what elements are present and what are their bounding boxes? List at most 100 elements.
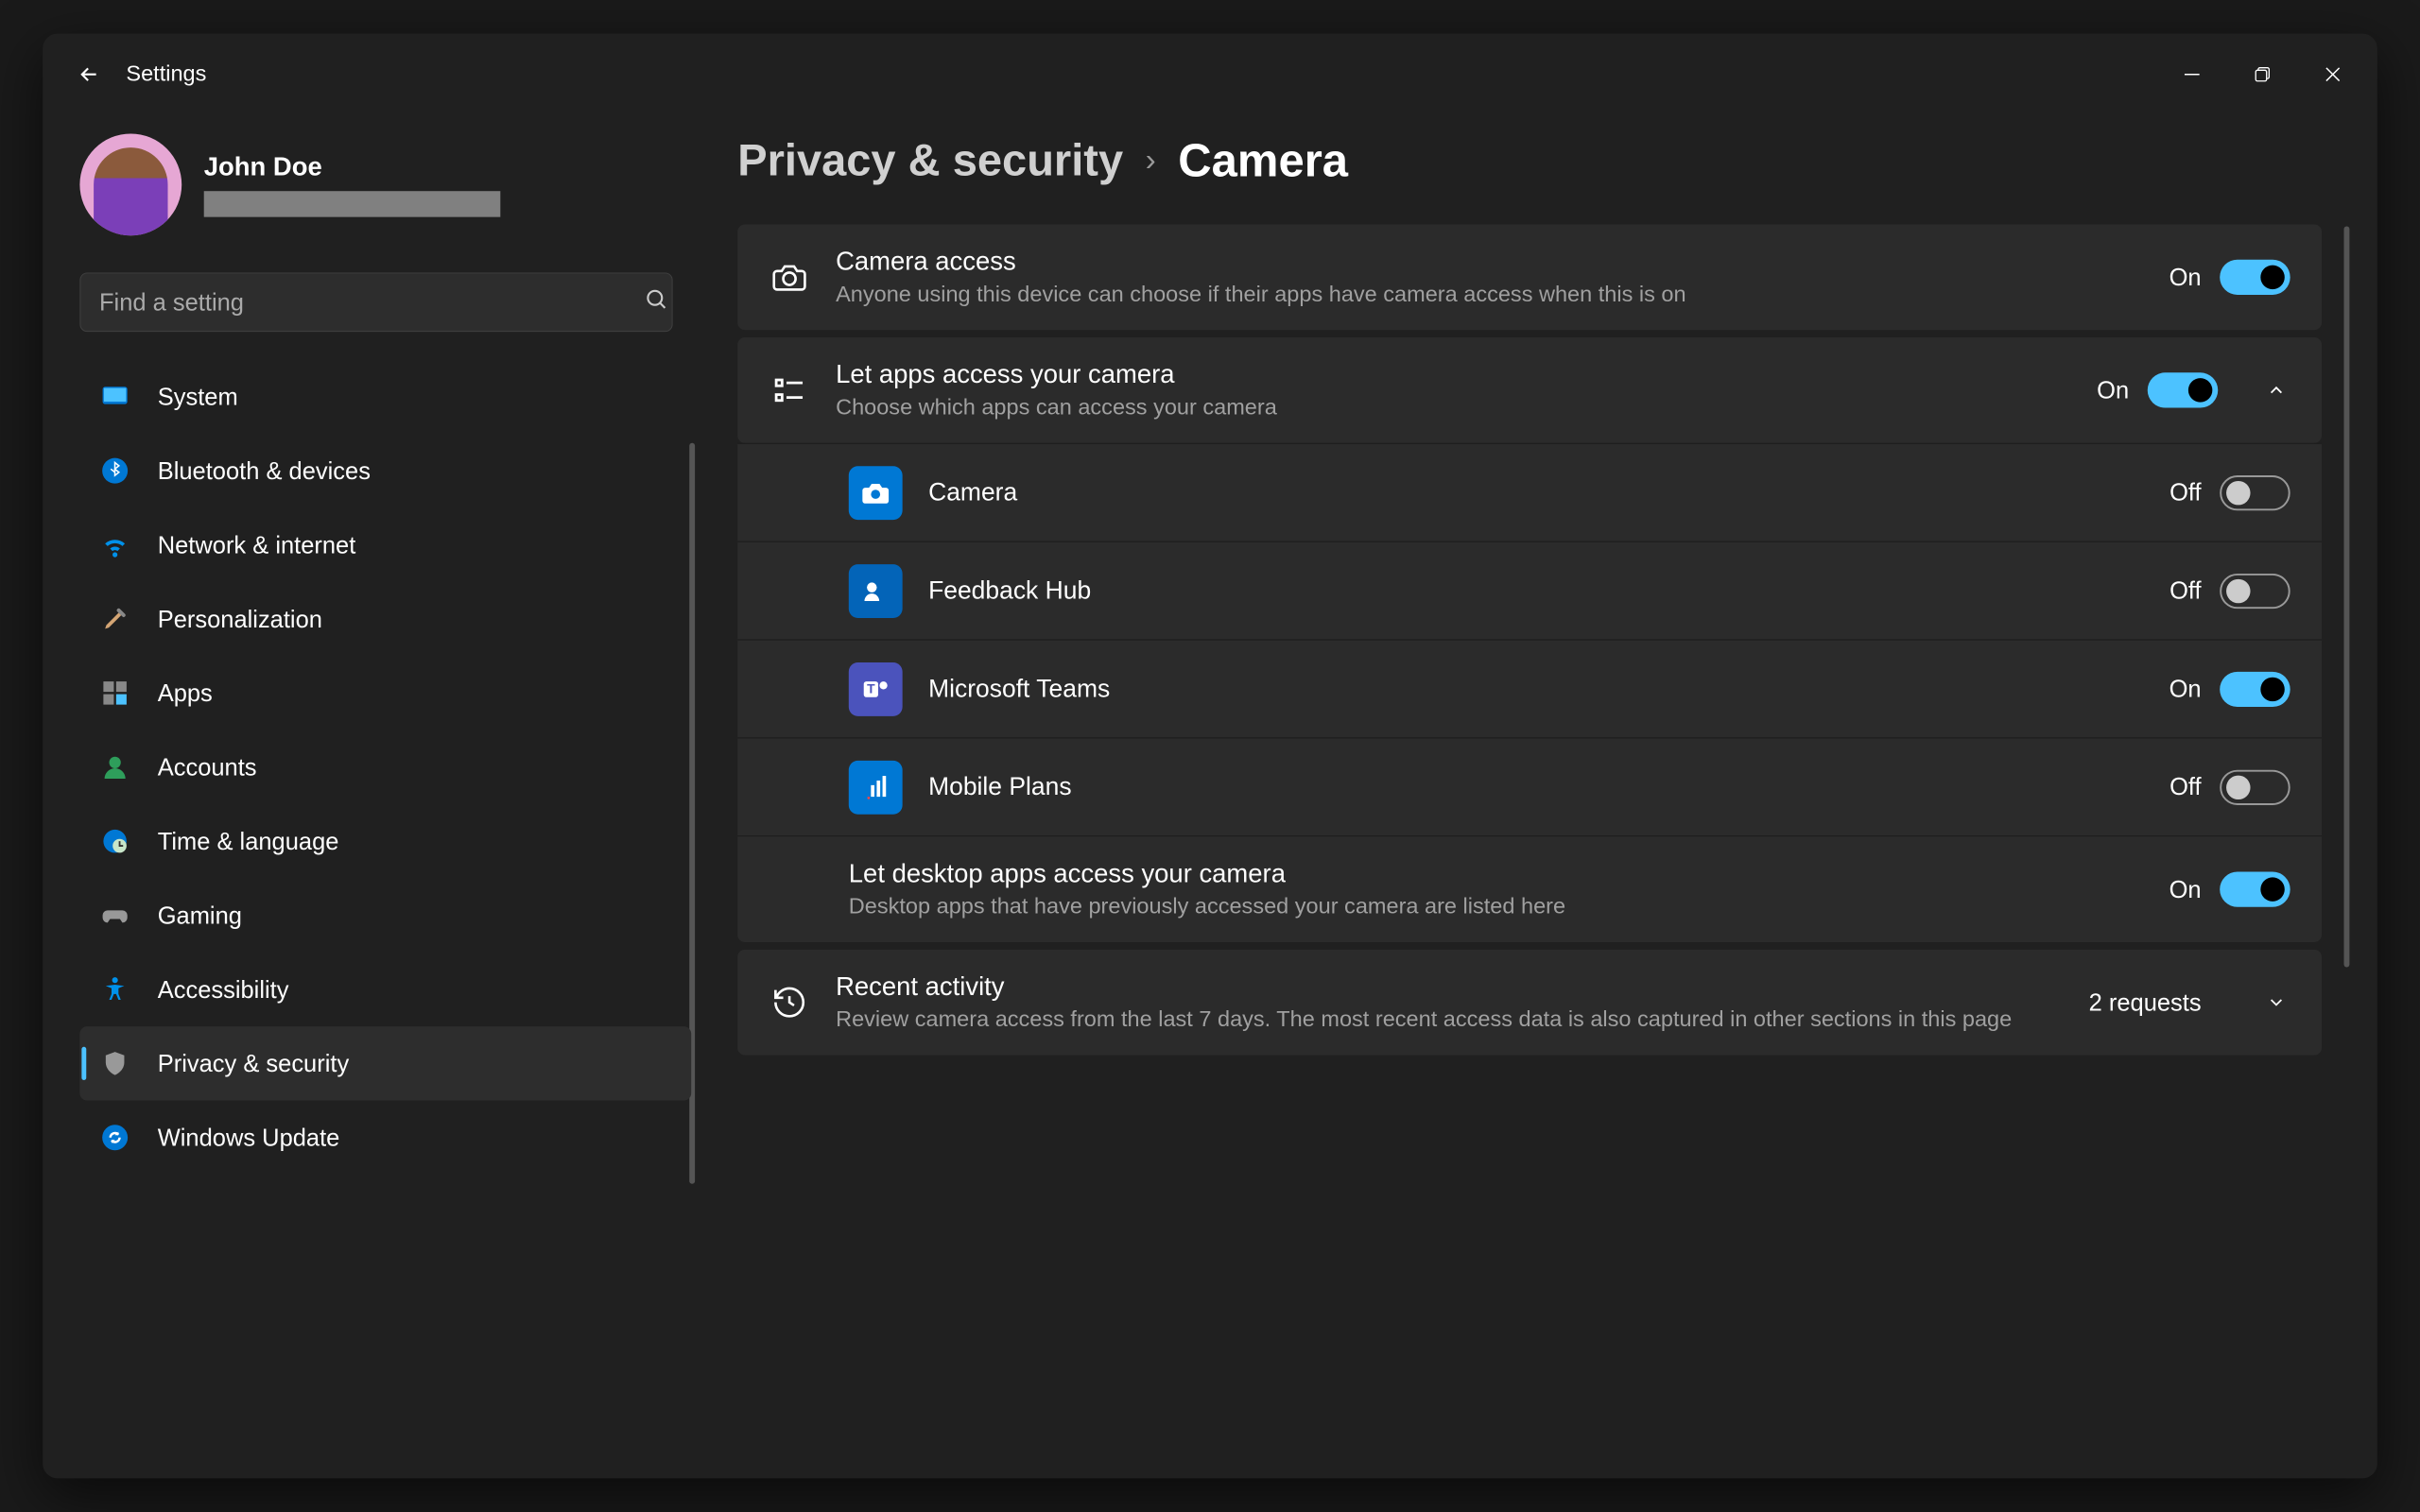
- profile-email-redacted: [204, 191, 501, 216]
- paintbrush-icon: [98, 602, 131, 635]
- toggle-label: On: [2097, 376, 2129, 404]
- titlebar: Settings: [43, 34, 2377, 106]
- sidebar-item-label: Privacy & security: [158, 1049, 349, 1077]
- toggle-group: Off: [2169, 769, 2290, 804]
- camera-app-icon: [849, 466, 903, 520]
- svg-text:T: T: [867, 680, 875, 696]
- breadcrumb-current: Camera: [1178, 133, 1348, 187]
- apps-icon: [98, 677, 131, 710]
- app-row-mobile-plans: Mobile Plans Off: [737, 737, 2322, 835]
- search-input[interactable]: [79, 272, 672, 332]
- shield-icon: [98, 1047, 131, 1080]
- sidebar-item-personalization[interactable]: Personalization: [79, 582, 691, 656]
- toggle-group: On: [2097, 372, 2218, 407]
- avatar: [79, 133, 182, 235]
- breadcrumb-parent[interactable]: Privacy & security: [737, 135, 1123, 186]
- sidebar-item-label: Gaming: [158, 901, 242, 929]
- bluetooth-icon: [98, 455, 131, 488]
- setting-desktop-apps[interactable]: Let desktop apps access your camera Desk…: [737, 835, 2322, 942]
- toggle-group: On: [2169, 872, 2290, 907]
- app-teams-toggle[interactable]: [2220, 671, 2290, 706]
- app-title: Settings: [126, 61, 206, 87]
- app-row-camera: Camera Off: [737, 443, 2322, 541]
- search-box: [79, 272, 691, 332]
- app-name: Microsoft Teams: [928, 675, 2143, 703]
- setting-sub: Choose which apps can access your camera: [836, 395, 2071, 421]
- app-name: Camera: [928, 478, 2144, 507]
- sidebar-item-label: Apps: [158, 679, 213, 707]
- main-scrollbar[interactable]: [2344, 226, 2350, 967]
- feedback-app-icon: [849, 564, 903, 618]
- accessibility-icon: [98, 972, 131, 1005]
- settings-window: Settings John Doe: [43, 34, 2377, 1479]
- mobile-plans-app-icon: [849, 760, 903, 814]
- sidebar-item-accessibility[interactable]: Accessibility: [79, 953, 691, 1026]
- toggle-group: On: [2169, 260, 2290, 295]
- sidebar-item-accounts[interactable]: Accounts: [79, 730, 691, 804]
- sidebar-item-label: Time & language: [158, 827, 339, 855]
- sidebar: John Doe System Bluetooth & devic: [43, 106, 710, 1478]
- close-button[interactable]: [2307, 56, 2359, 93]
- profile-info: John Doe: [204, 152, 501, 217]
- search-icon[interactable]: [645, 288, 668, 317]
- setting-text: Camera access Anyone using this device c…: [836, 247, 2143, 308]
- let-apps-toggle[interactable]: [2148, 372, 2218, 407]
- setting-camera-access[interactable]: Camera access Anyone using this device c…: [737, 224, 2322, 330]
- window-controls: [2166, 56, 2359, 93]
- sidebar-item-label: Windows Update: [158, 1124, 340, 1152]
- setting-title: Let desktop apps access your camera: [849, 859, 2143, 888]
- sidebar-item-gaming[interactable]: Gaming: [79, 878, 691, 952]
- list-icon: [769, 369, 810, 410]
- sidebar-item-update[interactable]: Windows Update: [79, 1101, 691, 1175]
- app-row-teams: T Microsoft Teams On: [737, 640, 2322, 738]
- toggle-group: Off: [2169, 573, 2290, 608]
- camera-access-toggle[interactable]: [2220, 260, 2290, 295]
- toggle-group: Off: [2169, 475, 2290, 510]
- sidebar-item-label: System: [158, 383, 238, 411]
- chevron-up-icon[interactable]: [2262, 376, 2290, 404]
- profile-name: John Doe: [204, 152, 501, 181]
- person-icon: [98, 750, 131, 783]
- sidebar-item-time[interactable]: Time & language: [79, 804, 691, 878]
- app-mobile-plans-toggle[interactable]: [2220, 769, 2290, 804]
- setting-sub: Review camera access from the last 7 day…: [836, 1007, 2063, 1033]
- wifi-icon: [98, 528, 131, 561]
- history-icon: [769, 982, 810, 1022]
- clock-globe-icon: [98, 825, 131, 858]
- setting-recent-activity[interactable]: Recent activity Review camera access fro…: [737, 950, 2322, 1056]
- maximize-button[interactable]: [2237, 56, 2289, 93]
- gamepad-icon: [98, 899, 131, 932]
- sidebar-item-label: Accessibility: [158, 975, 289, 1004]
- app-name: Feedback Hub: [928, 576, 2144, 605]
- app-camera-toggle[interactable]: [2220, 475, 2290, 510]
- profile-block[interactable]: John Doe: [79, 133, 691, 235]
- setting-title: Camera access: [836, 247, 2143, 276]
- back-button[interactable]: [71, 56, 108, 93]
- minimize-button[interactable]: [2166, 56, 2218, 93]
- sidebar-item-network[interactable]: Network & internet: [79, 507, 691, 581]
- chevron-down-icon[interactable]: [2262, 988, 2290, 1016]
- setting-text: Let desktop apps access your camera Desk…: [782, 859, 2143, 920]
- setting-text: Let apps access your camera Choose which…: [836, 360, 2071, 421]
- sidebar-item-label: Accounts: [158, 753, 257, 782]
- app-name: Mobile Plans: [928, 773, 2144, 801]
- sidebar-item-privacy[interactable]: Privacy & security: [79, 1026, 691, 1100]
- desktop-apps-toggle[interactable]: [2220, 872, 2290, 907]
- toggle-label: Off: [2169, 478, 2202, 507]
- setting-title: Let apps access your camera: [836, 360, 2071, 389]
- setting-sub: Desktop apps that have previously access…: [849, 894, 2143, 919]
- nav-list: System Bluetooth & devices Network & int…: [79, 360, 691, 1175]
- teams-app-icon: T: [849, 662, 903, 716]
- sidebar-item-apps[interactable]: Apps: [79, 656, 691, 730]
- body: John Doe System Bluetooth & devic: [43, 106, 2377, 1478]
- sidebar-item-label: Personalization: [158, 605, 322, 633]
- setting-let-apps[interactable]: Let apps access your camera Choose which…: [737, 337, 2322, 443]
- app-feedback-toggle[interactable]: [2220, 573, 2290, 608]
- toggle-label: On: [2169, 675, 2202, 703]
- setting-title: Recent activity: [836, 971, 2063, 1001]
- setting-sub: Anyone using this device can choose if t…: [836, 282, 2143, 307]
- camera-icon: [769, 257, 810, 298]
- sidebar-item-system[interactable]: System: [79, 360, 691, 434]
- sidebar-item-bluetooth[interactable]: Bluetooth & devices: [79, 434, 691, 507]
- toggle-group: On: [2169, 671, 2290, 706]
